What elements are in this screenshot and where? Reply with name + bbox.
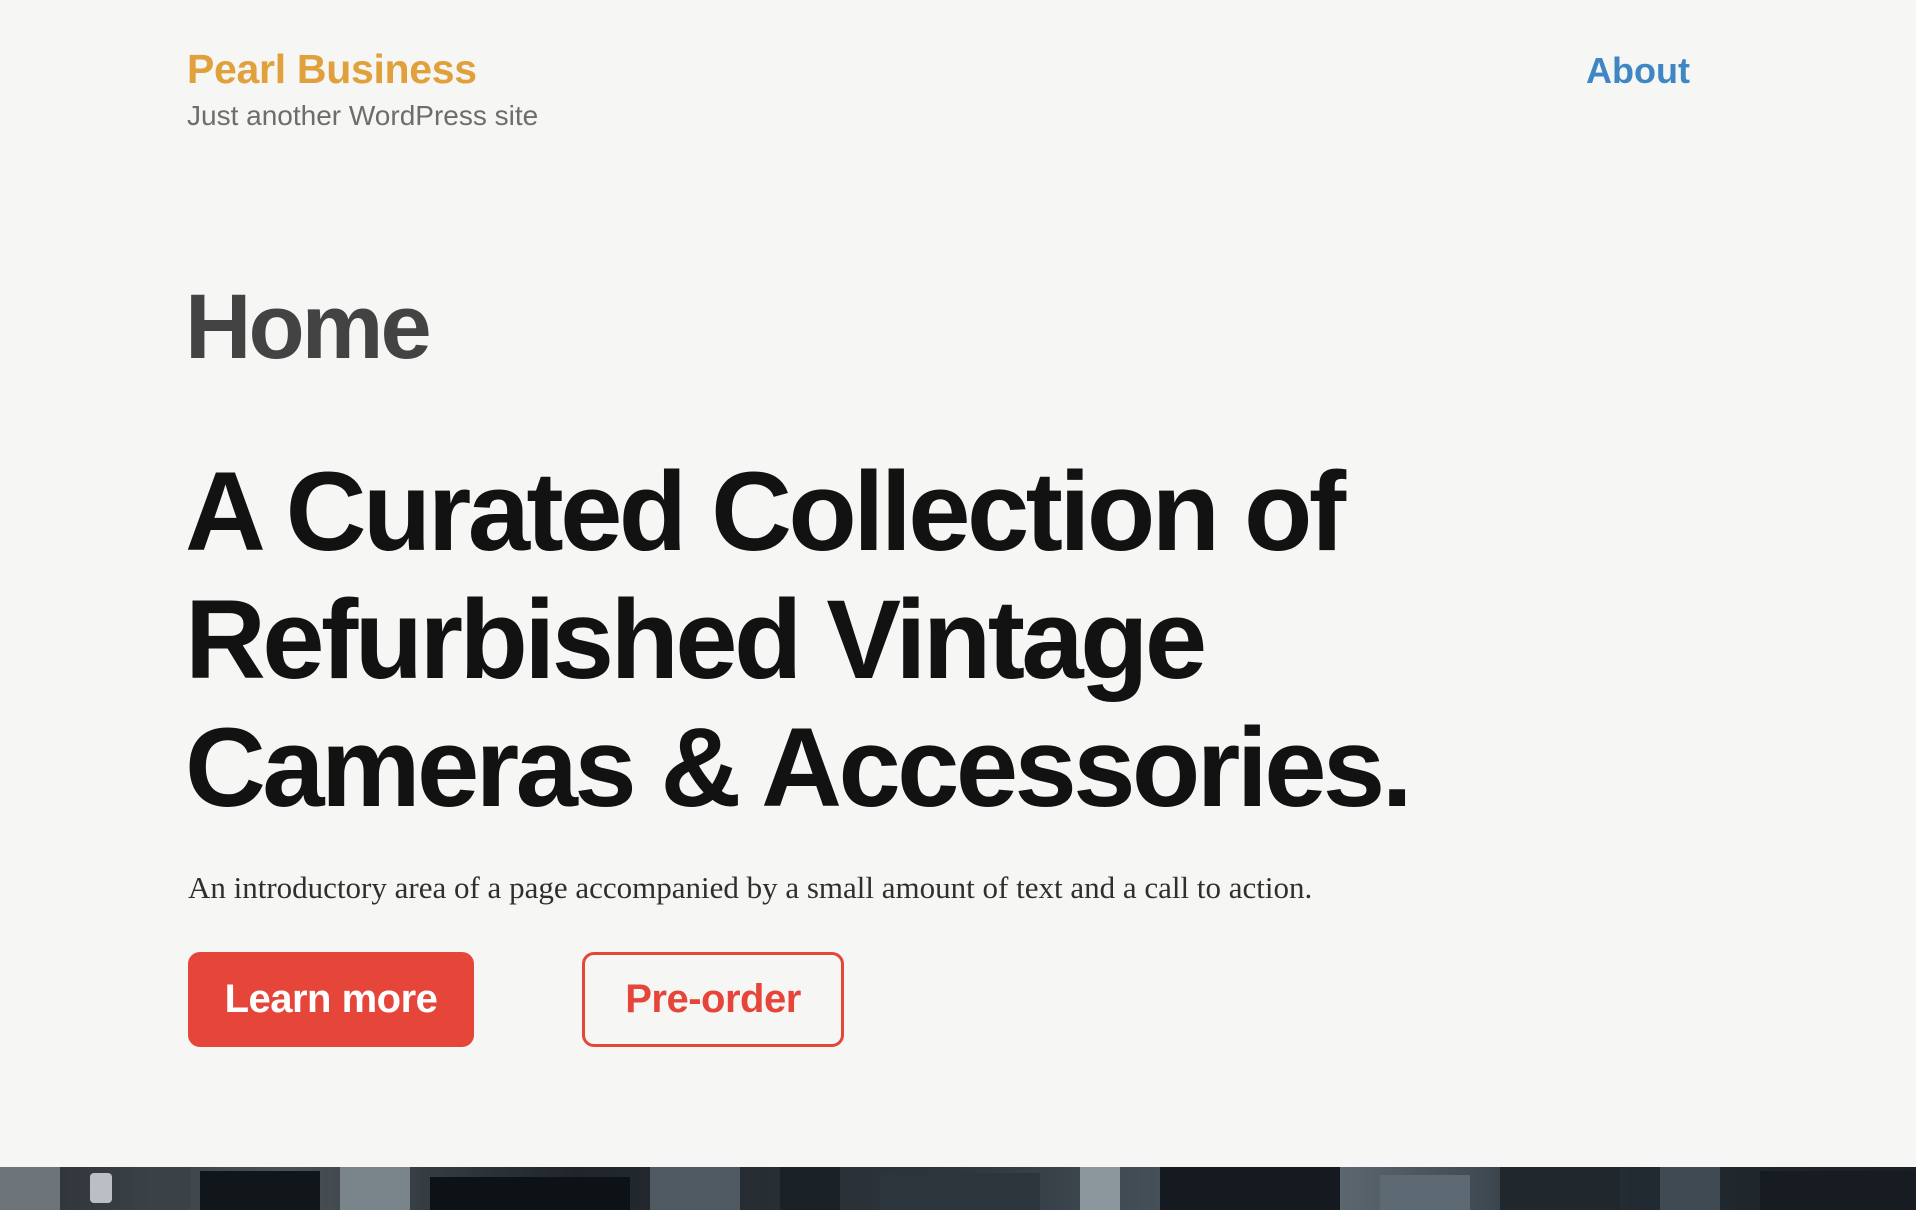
nav-link-about[interactable]: About (1586, 48, 1690, 94)
hero-heading: A Curated Collection of Refurbished Vint… (185, 448, 1485, 832)
hero-heading-line: Cameras & Accessories. (185, 705, 1413, 830)
page-title: Home (185, 276, 432, 378)
hero-heading-line: A Curated Collection of (185, 449, 1346, 574)
site-header: Pearl Business Just another WordPress si… (0, 0, 1916, 150)
page: Pearl Business Just another WordPress si… (0, 0, 1916, 1210)
hero-heading-line: Refurbished Vintage (185, 577, 1207, 702)
pre-order-button[interactable]: Pre-order (582, 952, 844, 1047)
site-tagline: Just another WordPress site (187, 100, 539, 131)
site-title-link[interactable]: Pearl Business (187, 44, 477, 94)
learn-more-button[interactable]: Learn more (188, 952, 474, 1047)
camera-photo-image (0, 1167, 1916, 1210)
hero-intro-text: An introductory area of a page accompani… (188, 870, 1313, 905)
